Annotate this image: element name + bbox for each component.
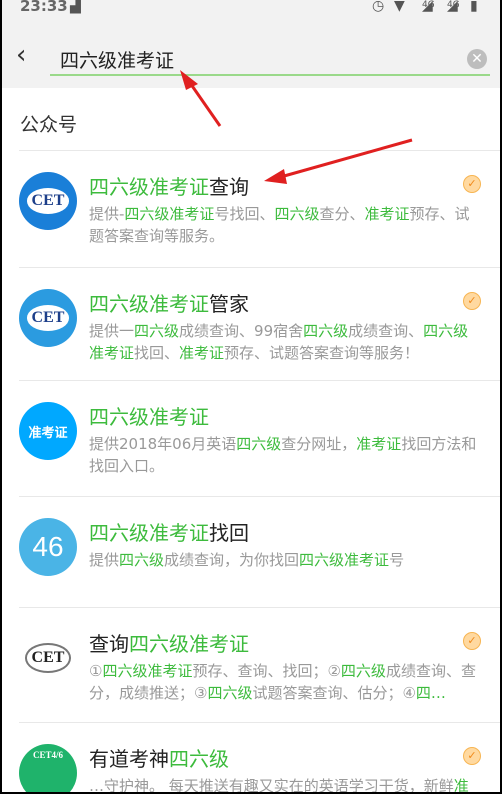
text: 成绩查询、	[348, 322, 424, 340]
search-input[interactable]: 四六级准考证	[60, 46, 174, 73]
highlight-text: 准考证	[179, 344, 225, 362]
text: 号	[389, 551, 405, 569]
highlight-text: 四六级准考证	[102, 662, 193, 680]
clear-icon: ✕	[471, 51, 483, 67]
text: 成绩查询、99宿舍	[179, 322, 304, 340]
alarm-icon: ◷	[372, 0, 385, 14]
screen: 23:33 ▟ ◷ ▼ 4G ◢ 4G ◢ ▮ ‹ 四六级准考证 ✕ 公众号 C…	[2, 0, 500, 792]
text: 查分网址，	[281, 435, 357, 453]
avatar-text: CET	[26, 305, 70, 331]
account-description: 提供一四六级成绩查询、99宿舍四六级成绩查询、四六级准考证找回、准考证预存、试题…	[89, 320, 479, 364]
account-description: 提供2018年06月英语四六级查分网址，准考证找回方法和找回入口。	[89, 433, 479, 477]
text: 管家	[209, 292, 249, 316]
avatar: CET4/6	[19, 744, 77, 792]
highlight-text: 四六级准考证	[129, 632, 249, 656]
clear-button[interactable]: ✕	[467, 49, 487, 69]
account-name: 查询四六级准考证	[89, 628, 249, 657]
highlight-text: 四六级	[169, 747, 229, 771]
text: …守护神。 每天推送有趣又实在的英语学习干货，新鲜	[89, 777, 454, 792]
account-item[interactable]: CET 查询四六级准考证 ①四六级准考证预存、查询、找回；②四六级成绩查询、查分，成…	[19, 607, 500, 722]
wifi-icon: ▼	[394, 0, 405, 14]
signal-icon: ◢	[447, 0, 458, 14]
highlight-text: 四六级准考证	[299, 551, 390, 569]
account-name: 有道考神四六级	[89, 743, 229, 772]
avatar-text: CET	[24, 643, 72, 673]
avatar: 准考证	[19, 402, 77, 460]
signal-icon: ◢	[422, 0, 433, 14]
battery-charging-icon: ▮	[470, 0, 478, 14]
account-item[interactable]: 准考证 四六级准考证 提供2018年06月英语四六级查分网址，准考证找回方法和找回入…	[19, 380, 500, 496]
highlight-text: 四六级	[236, 435, 282, 453]
text: ①	[89, 662, 103, 680]
account-item[interactable]: CET 四六级准考证查询 提供-四六级准考证号找回、四六级查分、准考证预存、试题答案…	[19, 150, 500, 267]
verified-icon: ✓	[463, 747, 481, 765]
avatar-text: 准考证	[28, 424, 68, 440]
avatar-text: CET4/6	[32, 750, 63, 760]
status-bar: 23:33 ▟ ◷ ▼ 4G ◢ 4G ◢ ▮	[2, 0, 500, 22]
text: 查分、	[319, 205, 365, 223]
text: 提供-	[89, 205, 125, 223]
search-underline	[50, 74, 490, 76]
account-item[interactable]: CET4/6 有道考神四六级 …守护神。 每天推送有趣又实在的英语学习干货，新鲜准 ✓	[19, 722, 500, 792]
text: 预存、试题答案查询等服务！	[224, 344, 420, 362]
image-icon: ▟	[70, 0, 81, 14]
text: 试题答案查询、估分；④	[252, 684, 416, 702]
avatar: CET	[19, 289, 77, 347]
account-description: 提供四六级成绩查询，为你找回四六级准考证号	[89, 549, 479, 571]
highlight-text: 四六级	[119, 551, 165, 569]
search-bar: ‹ 四六级准考证 ✕	[2, 22, 500, 88]
status-time: 23:33	[20, 0, 68, 15]
account-name: 四六级准考证查询	[89, 171, 249, 200]
highlight-text: 四六级	[303, 322, 349, 340]
account-item[interactable]: CET 四六级准考证管家 提供一四六级成绩查询、99宿舍四六级成绩查询、四六级准考证…	[19, 267, 500, 380]
highlight-text: 准考证	[364, 205, 410, 223]
avatar: CET	[19, 172, 77, 230]
text: 成绩查询，为你找回	[164, 551, 300, 569]
verified-icon: ✓	[463, 175, 481, 193]
back-button[interactable]: ‹	[16, 42, 26, 68]
avatar-text: CET	[26, 188, 70, 214]
text: 提供2018年06月英语	[89, 435, 237, 453]
highlight-text: 四六级准考证	[89, 292, 209, 316]
highlight-text: 四六级准考证	[89, 405, 209, 429]
text: 号找回、	[214, 205, 275, 223]
highlight-text: 准考证	[356, 435, 402, 453]
avatar: CET	[19, 629, 77, 687]
account-name: 四六级准考证	[89, 401, 209, 430]
text: 找回	[209, 521, 249, 545]
highlight-text: 四六级准考证	[89, 521, 209, 545]
highlight-text: 四…	[415, 684, 446, 702]
highlight-text: 准	[453, 777, 469, 792]
chevron-left-icon: ‹	[16, 40, 27, 70]
highlight-text: 四六级	[207, 684, 253, 702]
text: 找回、	[134, 344, 180, 362]
highlight-text: 四六级	[134, 322, 180, 340]
avatar: 46	[19, 518, 77, 576]
text: 查询	[209, 175, 249, 199]
avatar-text: 46	[32, 531, 64, 562]
highlight-text: 四六级准考证	[89, 175, 209, 199]
account-description: …守护神。 每天推送有趣又实在的英语学习干货，新鲜准	[89, 775, 479, 792]
account-description: 提供-四六级准考证号找回、四六级查分、准考证预存、试题答案查询等服务。	[89, 203, 479, 247]
text: 提供	[89, 551, 120, 569]
verified-icon: ✓	[463, 292, 481, 310]
text: 有道考神	[89, 747, 169, 771]
text: 预存、查询、找回；②	[192, 662, 341, 680]
text: 提供一	[89, 322, 135, 340]
account-name: 四六级准考证找回	[89, 517, 249, 546]
highlight-text: 四六级	[274, 205, 320, 223]
account-name: 四六级准考证管家	[89, 288, 249, 317]
highlight-text: 四六级	[340, 662, 386, 680]
verified-icon: ✓	[463, 632, 481, 650]
text: 查询	[89, 632, 129, 656]
account-description: ①四六级准考证预存、查询、找回；②四六级成绩查询、查分，成绩推送；③四六级试题答…	[89, 660, 479, 704]
section-title: 公众号	[20, 114, 78, 136]
account-item[interactable]: 46 四六级准考证找回 提供四六级成绩查询，为你找回四六级准考证号	[19, 496, 500, 607]
highlight-text: 四六级准考证	[124, 205, 215, 223]
